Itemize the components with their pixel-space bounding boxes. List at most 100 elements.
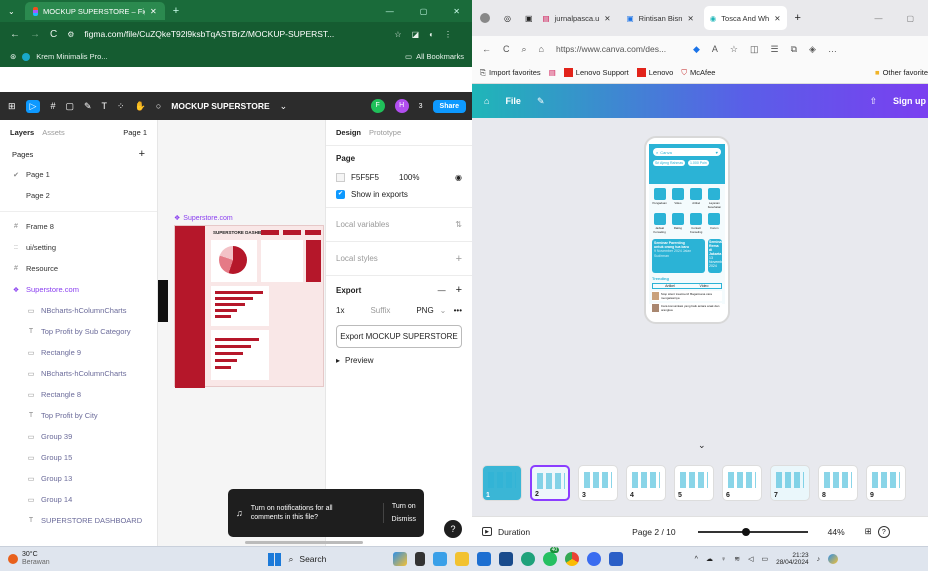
page-thumbnail[interactable]: 3	[578, 465, 618, 501]
all-bookmarks[interactable]: ▭ All Bookmarks	[405, 52, 464, 61]
close-window-icon[interactable]: ✕	[453, 7, 460, 16]
page-thumbnail[interactable]: 4	[626, 465, 666, 501]
file-explorer-icon[interactable]	[454, 552, 469, 566]
layer-item[interactable]: ▭ Rectangle 9	[0, 342, 157, 363]
profile-icon[interactable]: ◐	[429, 30, 434, 39]
back-icon[interactable]: ←	[10, 29, 20, 40]
export-scale[interactable]: 1x	[336, 306, 344, 315]
close-tab-icon[interactable]: ✕	[150, 7, 157, 16]
layer-item[interactable]: :: ui/setting	[0, 237, 157, 258]
local-styles[interactable]: Local styles	[336, 254, 378, 263]
file-menu[interactable]: File	[505, 96, 521, 106]
start-windows-icon[interactable]	[267, 552, 281, 566]
mic-icon[interactable]: ♀	[721, 556, 726, 563]
address-bar[interactable]: https://www.canva.com/des...	[556, 44, 681, 54]
variables-icon[interactable]: ⇅	[455, 220, 462, 229]
layer-item[interactable]: ▭ Group 39	[0, 426, 157, 447]
page-thumbnail[interactable]: 6	[722, 465, 762, 501]
tab-actions-icon[interactable]: ▣	[525, 14, 533, 23]
turn-on-button[interactable]: Turn on	[392, 503, 417, 510]
move-tool-icon[interactable]: ▷	[25, 99, 41, 113]
hand-tool-icon[interactable]: ✋	[135, 101, 146, 112]
format-chevron-icon[interactable]: ⌄	[440, 306, 447, 315]
menu-icon[interactable]: ⋮	[444, 30, 452, 39]
notification-bell-icon[interactable]: ♪	[817, 556, 821, 563]
eye-icon[interactable]: ◉	[455, 173, 462, 182]
shape-tool-icon[interactable]: ▢	[65, 101, 74, 112]
tray-chevron-icon[interactable]: ^	[695, 556, 698, 563]
import-favorites[interactable]: ⎘ Import favorites	[480, 68, 541, 78]
main-menu-icon[interactable]: ⊞	[8, 101, 16, 112]
layer-item[interactable]: ❖ Superstore.com	[0, 279, 157, 300]
minimize-icon[interactable]: —	[874, 14, 882, 23]
weather-widget[interactable]: 30°C Berawan	[8, 551, 50, 566]
collections-icon[interactable]: ⧉	[791, 44, 797, 55]
avatar-h[interactable]: H	[394, 99, 409, 113]
mcafee[interactable]: ⛉ McAfee	[681, 68, 715, 78]
help-button[interactable]: ?	[444, 520, 462, 538]
help-button[interactable]: ?	[877, 525, 890, 538]
layer-item[interactable]: # Resource	[0, 258, 157, 279]
figma-canvas[interactable]: ❖ Superstore.com SUPERSTORE DASHBOARD	[158, 120, 325, 546]
site-info-icon[interactable]: ⚙	[67, 30, 74, 39]
edit-pencil-icon[interactable]: ✎	[537, 96, 545, 107]
close-tab-icon[interactable]: ✕	[687, 14, 693, 23]
page-thumbnail[interactable]: 9	[866, 465, 906, 501]
text-tool-icon[interactable]: T	[102, 101, 108, 111]
figma-app-icon[interactable]	[586, 552, 601, 566]
canva-editor-canvas[interactable]: ⌕ Canva ♥ Sri Ajeng Rahmas 1.000 Poin Peng…	[472, 118, 928, 450]
sign-up-button[interactable]: Sign up	[893, 96, 926, 106]
play-icon[interactable]: ▶	[482, 527, 492, 536]
frame-label[interactable]: ❖ Superstore.com	[174, 214, 233, 223]
tab-design[interactable]: Design	[336, 128, 361, 137]
word-icon[interactable]	[608, 552, 623, 566]
zoom-slider-thumb[interactable]	[741, 527, 750, 536]
forward-icon[interactable]: →	[30, 29, 40, 40]
address-bar[interactable]: figma.com/file/CuZQkeT92l9ksbTqASTBrZ/MO…	[84, 29, 384, 39]
export-more-icon[interactable]: •••	[454, 306, 462, 315]
layer-item[interactable]: T Top Profit by Sub Category	[0, 321, 157, 342]
export-button[interactable]: Export MOCKUP SUPERSTORE	[336, 325, 462, 348]
zoom-level[interactable]: 44%	[828, 527, 845, 537]
page-thumbnail[interactable]: 8	[818, 465, 858, 501]
cloud-icon[interactable]: ☁	[706, 555, 713, 563]
tab-search-chevron-icon[interactable]: ⌄	[8, 7, 15, 16]
page-thumbnail[interactable]: 1	[482, 465, 522, 501]
wifi-icon[interactable]: ≋	[734, 555, 740, 563]
minimize-icon[interactable]: —	[386, 7, 394, 16]
copilot-tray-icon[interactable]	[828, 554, 839, 564]
copilot-icon[interactable]	[392, 552, 407, 566]
profile-icon[interactable]	[480, 13, 490, 23]
preview-caret-icon[interactable]: ▸	[336, 356, 340, 365]
edge-icon[interactable]	[520, 552, 535, 566]
page-item-2[interactable]: Page 2	[0, 185, 157, 206]
layer-item[interactable]: # Frame 8	[0, 216, 157, 237]
grid-view-icon[interactable]: ⊞	[865, 526, 872, 537]
clock[interactable]: 21:23 28/04/2024	[776, 552, 809, 566]
file-menu-chevron-icon[interactable]: ⌄	[280, 101, 288, 112]
workspaces-icon[interactable]: ◎	[504, 14, 511, 23]
new-tab-icon[interactable]: +	[795, 12, 801, 24]
whatsapp-icon[interactable]: 40	[542, 547, 560, 566]
widgets-icon[interactable]	[432, 552, 447, 566]
doc-icon[interactable]: ▤	[549, 68, 556, 77]
add-style-icon[interactable]: +	[456, 253, 462, 265]
store-icon[interactable]	[476, 552, 491, 566]
maximize-icon[interactable]: ▢	[420, 7, 428, 16]
page-color-value[interactable]: F5F5F5	[351, 173, 379, 182]
phone-mockup[interactable]: ⌕ Canva ♥ Sri Ajeng Rahmas 1.000 Poin Peng…	[644, 136, 730, 324]
tab-1[interactable]: ▤ jurnalpasca.u ✕	[537, 6, 617, 30]
volume-icon[interactable]: ◁	[748, 555, 753, 563]
bookmark-star-icon[interactable]: ☆	[394, 30, 401, 39]
tab-assets[interactable]: Assets	[42, 128, 65, 137]
page-thumbnail[interactable]: 2	[530, 465, 570, 501]
close-tab-icon[interactable]: ✕	[604, 14, 610, 23]
lenovo[interactable]: Lenovo	[636, 68, 673, 77]
lock-icon[interactable]: ⌂	[539, 44, 544, 54]
export-format[interactable]: PNG	[416, 306, 433, 315]
tab-prototype[interactable]: Prototype	[369, 128, 401, 137]
back-icon[interactable]: ←	[482, 44, 491, 54]
local-variables[interactable]: Local variables	[336, 220, 389, 229]
split-screen-icon[interactable]: ◫	[750, 44, 759, 55]
chrome-icon[interactable]	[564, 552, 579, 566]
